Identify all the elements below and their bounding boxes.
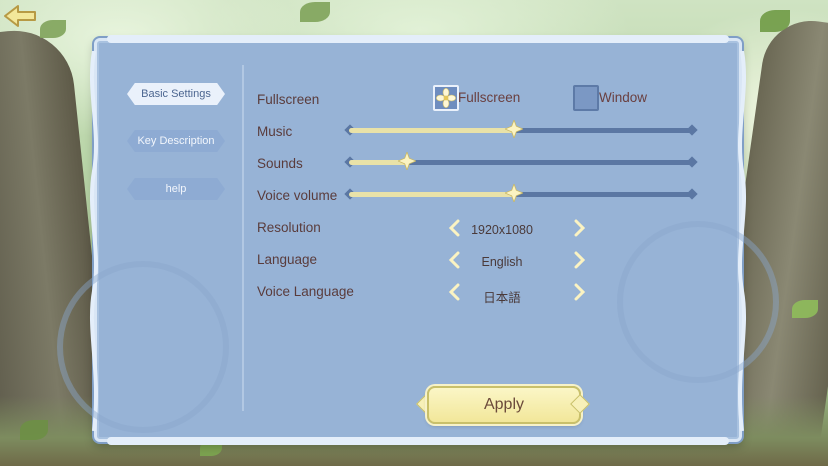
swirl-decoration [617,221,779,383]
apply-button[interactable]: Apply [427,386,581,424]
star-icon[interactable] [398,152,417,170]
language-label: Language [257,252,318,267]
resolution-value: 1920x1080 [471,223,533,237]
flower-icon [436,88,456,108]
star-icon[interactable] [505,120,524,138]
language-value: English [481,255,523,269]
window-option-checkbox[interactable] [573,85,599,111]
language-next-button[interactable] [571,251,587,269]
back-button[interactable] [2,3,38,29]
music-label: Music [257,124,293,139]
swirl-decoration [57,261,229,433]
nav-label: help [165,183,187,195]
leaf-decoration [792,300,818,318]
music-slider[interactable] [344,120,698,138]
nav-divider [242,65,244,411]
back-arrow-icon [4,5,36,27]
nav-basic-settings[interactable]: Basic Settings [127,83,225,105]
voice-language-value: 日本語 [483,291,521,305]
resolution-next-button[interactable] [571,219,587,237]
leaf-decoration [20,420,48,440]
panel-top-trim [107,35,729,43]
nav-label: Basic Settings [141,88,211,100]
apply-label: Apply [483,396,525,413]
leaf-decoration [300,2,330,22]
voice-language-next-button[interactable] [571,283,587,301]
fullscreen-option-label[interactable]: Fullscreen [458,90,520,105]
leaf-decoration [40,20,66,38]
panel-bottom-trim [107,437,729,445]
fullscreen-label: Fullscreen [257,92,320,107]
window-option-label[interactable]: Window [599,90,647,105]
nav-key-description[interactable]: Key Description [127,130,225,152]
voice-volume-slider[interactable] [344,184,698,202]
leaf-decoration [760,10,790,32]
resolution-label: Resolution [257,220,321,235]
sounds-slider[interactable] [344,152,698,170]
voice-volume-label: Voice volume [257,188,338,203]
sounds-label: Sounds [257,156,303,171]
voice-language-label: Voice Language [257,284,354,299]
star-icon[interactable] [505,184,524,202]
fullscreen-option-checkbox[interactable] [433,85,459,111]
nav-label: Key Description [137,135,215,147]
nav-help[interactable]: help [127,178,225,200]
settings-panel: Basic Settings Key Description help Full… [57,35,779,445]
